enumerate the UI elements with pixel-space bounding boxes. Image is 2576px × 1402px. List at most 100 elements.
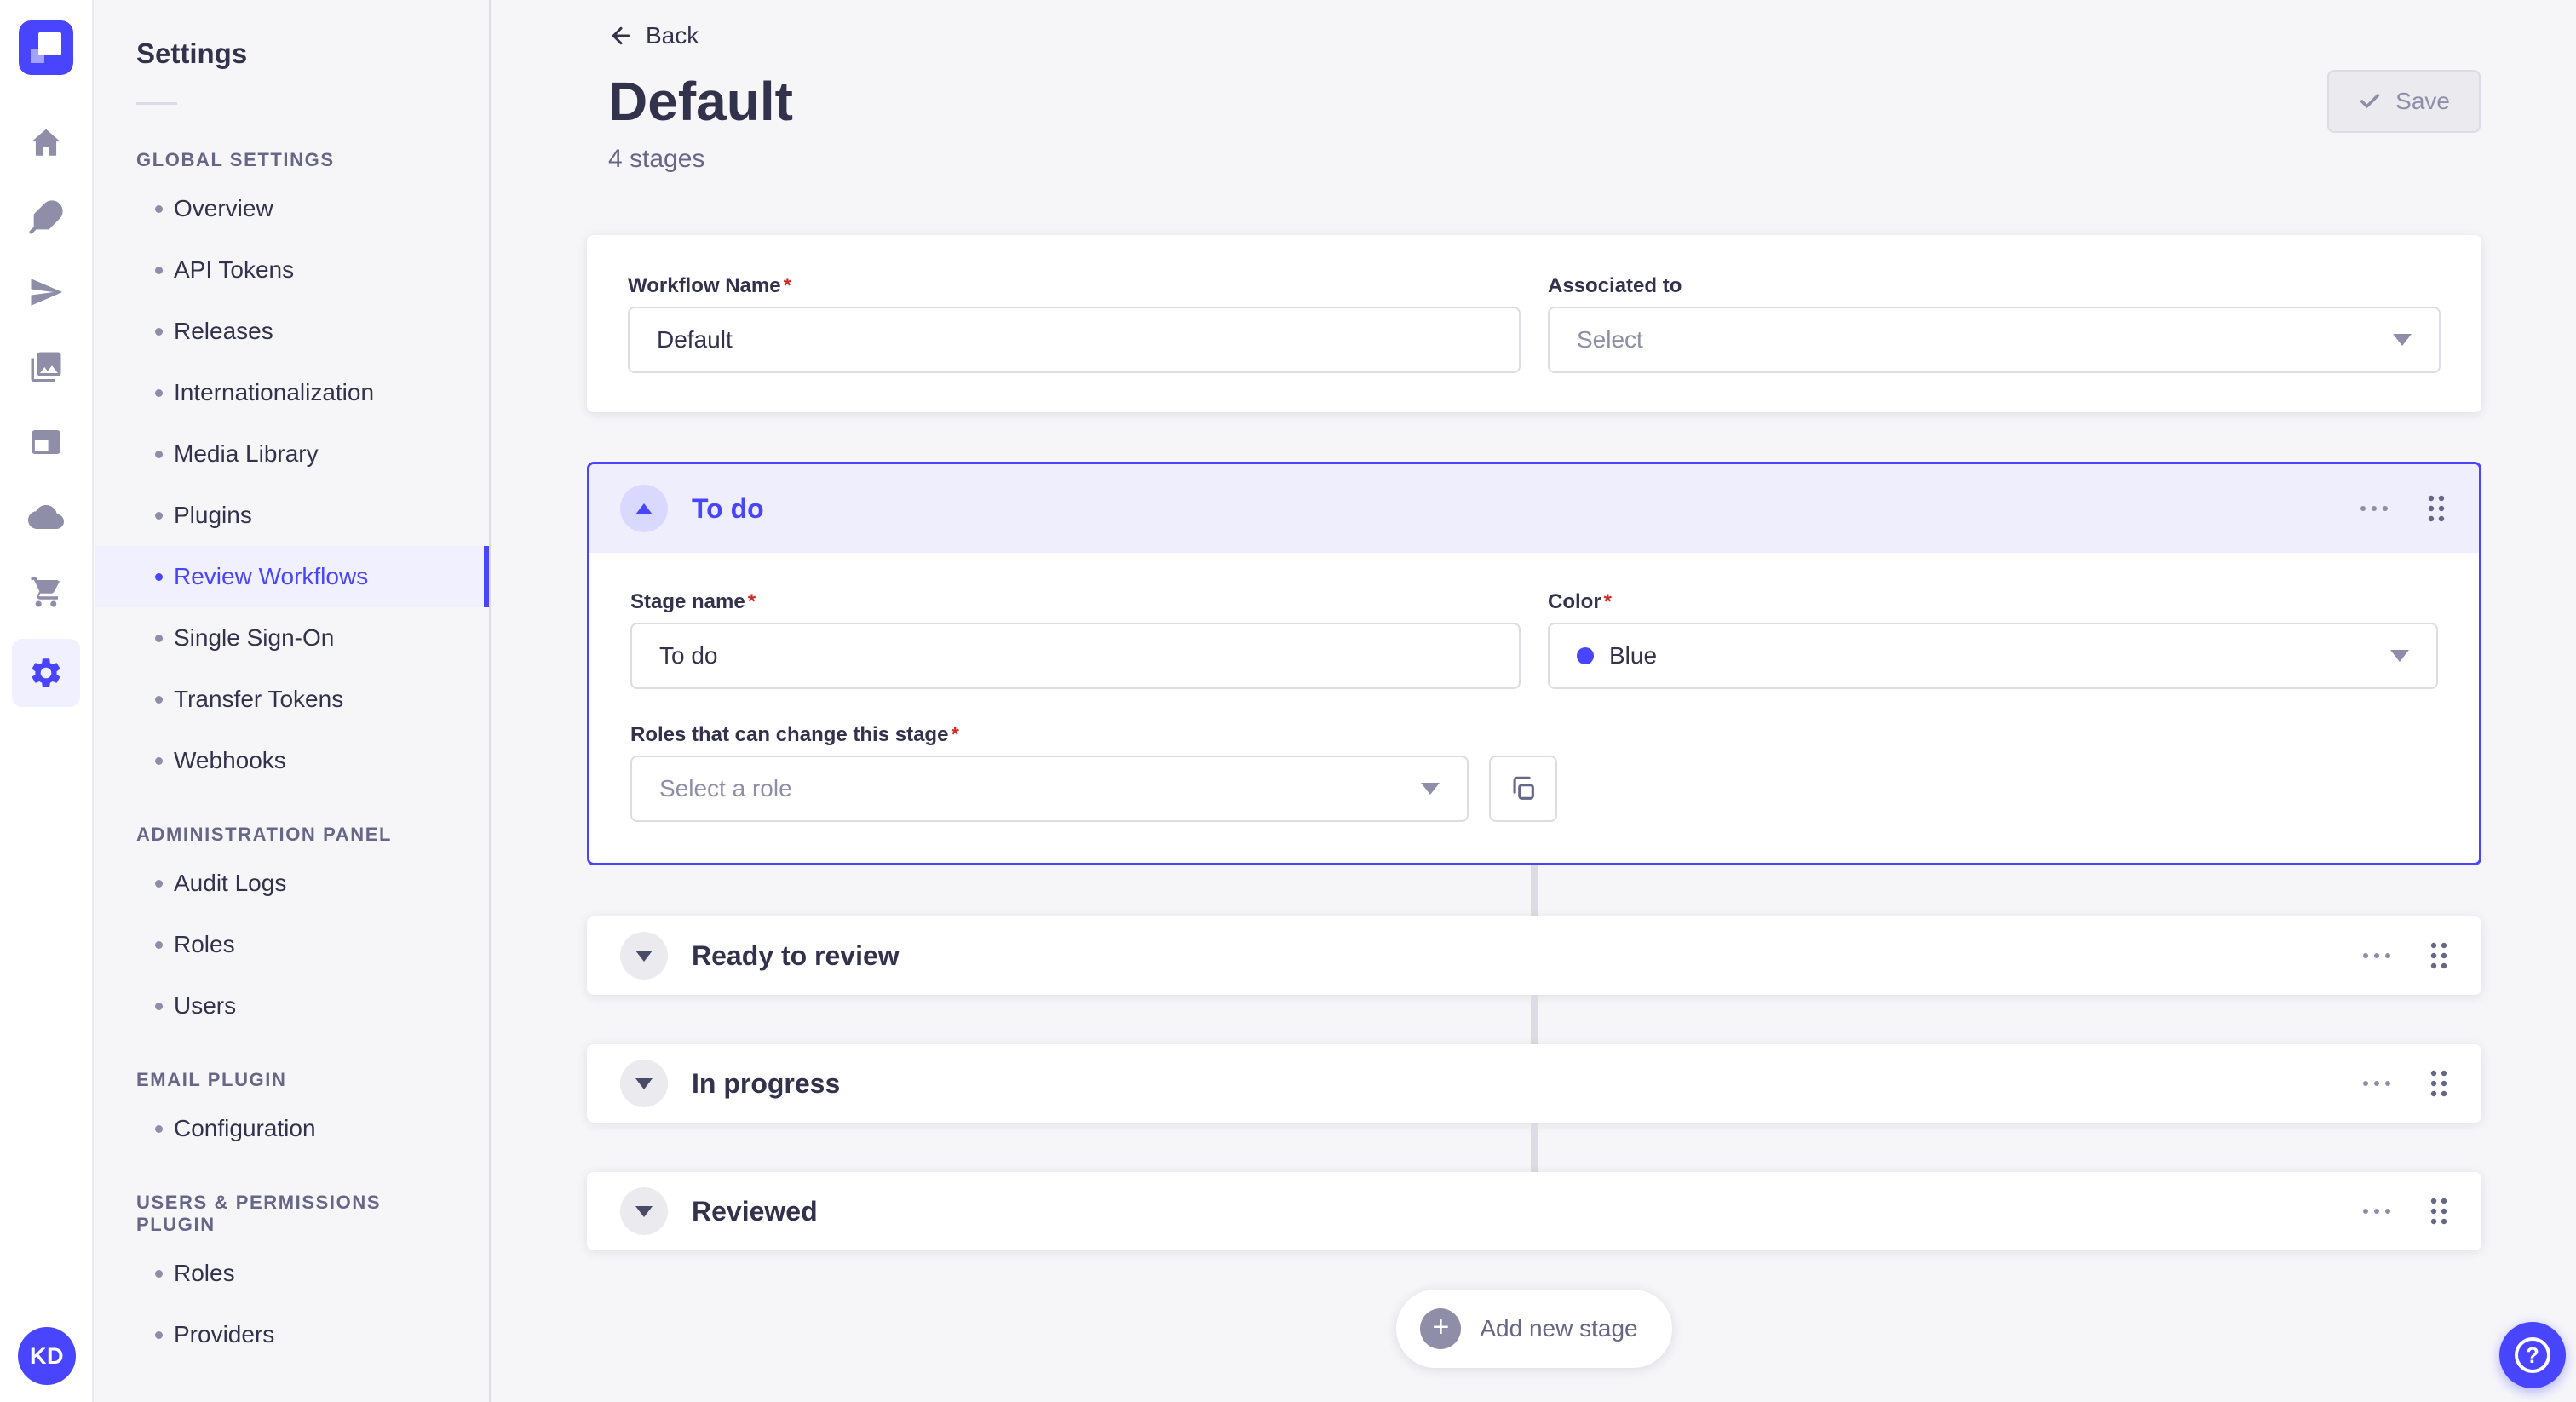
expand-toggle[interactable]	[620, 1187, 668, 1235]
cart-icon[interactable]	[12, 564, 80, 620]
associated-to-select[interactable]: Select	[1548, 307, 2441, 373]
color-label: Color *	[1548, 590, 1613, 613]
page-subtitle: 4 stages	[608, 145, 705, 173]
color-value: Blue	[1609, 642, 1658, 669]
collapse-toggle[interactable]	[620, 485, 668, 532]
stage-connector	[1531, 865, 1538, 916]
drag-dots-icon	[2428, 495, 2445, 522]
stage-list: To do Stage name * To do Color * Blue Ro…	[587, 462, 2481, 1368]
stage-options-button[interactable]	[2353, 497, 2395, 520]
required-asterisk: *	[951, 723, 959, 746]
main-content: Save Back Default 4 stages Workflow Name…	[492, 0, 2576, 1402]
stage-name-field: Stage name * To do	[630, 590, 1521, 689]
stage-name-input[interactable]: To do	[630, 623, 1521, 689]
sidebar-item-up-roles[interactable]: Roles	[95, 1243, 489, 1304]
strapi-logo[interactable]	[19, 20, 73, 75]
workflow-name-value: Default	[657, 326, 733, 353]
divider	[136, 102, 177, 105]
add-new-stage-button[interactable]: + Add new stage	[1396, 1290, 1672, 1368]
save-button[interactable]: Save	[2327, 70, 2481, 133]
pictures-icon[interactable]	[12, 339, 80, 395]
drag-handle[interactable]	[2422, 934, 2456, 978]
gear-icon[interactable]	[12, 639, 80, 707]
sidebar-item-transfer-tokens[interactable]: Transfer Tokens	[95, 669, 489, 730]
chevron-down-icon	[2390, 650, 2409, 662]
duplicate-roles-button[interactable]	[1489, 756, 1557, 822]
drag-dots-icon	[2430, 1070, 2447, 1097]
more-horizontal-icon	[2363, 953, 2390, 958]
home-icon[interactable]	[12, 114, 80, 170]
sidebar-item-media-library[interactable]: Media Library	[95, 423, 489, 485]
chevron-down-icon	[2393, 334, 2412, 346]
expand-toggle[interactable]	[620, 1060, 668, 1107]
required-asterisk: *	[783, 274, 791, 297]
sidebar-item-internationalization[interactable]: Internationalization	[95, 362, 489, 423]
help-button[interactable]: ?	[2499, 1322, 2566, 1388]
check-icon	[2360, 94, 2380, 108]
required-asterisk: *	[747, 590, 756, 613]
sidebar-item-users[interactable]: Users	[95, 975, 489, 1037]
sidebar-item-review-workflows[interactable]: Review Workflows	[95, 546, 489, 607]
chevron-down-icon	[635, 1205, 653, 1217]
roles-placeholder: Select a role	[659, 775, 792, 802]
sidebar-item-api-tokens[interactable]: API Tokens	[95, 239, 489, 301]
plus-icon: +	[1420, 1308, 1462, 1349]
sidebar-item-webhooks[interactable]: Webhooks	[95, 730, 489, 791]
chevron-down-icon	[635, 1077, 653, 1089]
drag-handle[interactable]	[2422, 1189, 2456, 1233]
sidebar-item-releases[interactable]: Releases	[95, 301, 489, 362]
color-swatch	[1577, 647, 1594, 664]
color-select[interactable]: Blue	[1548, 623, 2438, 689]
chevron-down-icon	[1421, 783, 1440, 795]
stage-card-to-do: To do Stage name * To do Color * Blue Ro…	[587, 462, 2481, 865]
sidebar-item-plugins[interactable]: Plugins	[95, 485, 489, 546]
expand-toggle[interactable]	[620, 932, 668, 980]
layout-icon[interactable]	[12, 414, 80, 470]
stage-body: Stage name * To do Color * Blue Roles th…	[589, 553, 2479, 863]
chevron-up-icon	[635, 503, 653, 514]
stage-options-button[interactable]	[2355, 1200, 2398, 1222]
stage-options-button[interactable]	[2355, 945, 2398, 967]
stage-options-button[interactable]	[2355, 1072, 2398, 1095]
sidebar-item-single-sign-on[interactable]: Single Sign-On	[95, 607, 489, 669]
roles-label: Roles that can change this stage *	[630, 723, 959, 746]
sidebar-item-audit-logs[interactable]: Audit Logs	[95, 853, 489, 914]
more-horizontal-icon	[2360, 506, 2388, 511]
stage-name-label: Stage name *	[630, 590, 756, 613]
associated-to-label: Associated to	[1548, 274, 1682, 297]
question-mark-icon: ?	[2515, 1337, 2550, 1373]
feather-icon[interactable]	[12, 189, 80, 245]
sidebar-item-providers[interactable]: Providers	[95, 1304, 489, 1365]
color-field: Color * Blue	[1548, 590, 2438, 689]
add-stage-label: Add new stage	[1480, 1315, 1638, 1342]
workflow-meta-card: Workflow Name * Default Associated to Sel…	[587, 235, 2481, 412]
stage-title: To do	[692, 492, 764, 524]
stage-card-in-progress[interactable]: In progress	[587, 1044, 2481, 1123]
more-horizontal-icon	[2363, 1209, 2390, 1214]
chevron-down-icon	[635, 950, 653, 962]
send-icon[interactable]	[12, 264, 80, 320]
cloud-icon[interactable]	[12, 489, 80, 545]
roles-select[interactable]: Select a role	[630, 756, 1469, 822]
stage-header-to-do[interactable]: To do	[589, 464, 2479, 553]
drag-handle[interactable]	[2422, 1061, 2456, 1106]
back-label: Back	[646, 22, 699, 49]
back-link[interactable]: Back	[608, 22, 699, 49]
stage-card-ready-to-review[interactable]: Ready to review	[587, 916, 2481, 995]
avatar[interactable]: KD	[18, 1327, 76, 1385]
workflow-name-label: Workflow Name *	[628, 274, 791, 297]
workflow-name-input[interactable]: Default	[628, 307, 1521, 373]
subnav-title: Settings	[136, 37, 248, 69]
drag-handle[interactable]	[2419, 486, 2453, 531]
stage-title: In progress	[692, 1067, 841, 1099]
sidebar-item-configuration[interactable]: Configuration	[95, 1098, 489, 1159]
stage-connector	[1531, 995, 1538, 1044]
workflow-name-field: Workflow Name * Default	[628, 274, 1521, 373]
section-label-administration-panel: ADMINISTRATION PANEL	[136, 824, 393, 845]
sidebar-item-overview[interactable]: Overview	[95, 178, 489, 239]
sidebar-item-admin-roles[interactable]: Roles	[95, 914, 489, 975]
stage-card-reviewed[interactable]: Reviewed	[587, 1172, 2481, 1250]
required-asterisk: *	[1603, 590, 1613, 613]
stage-title: Ready to review	[692, 939, 900, 971]
drag-dots-icon	[2430, 942, 2447, 969]
